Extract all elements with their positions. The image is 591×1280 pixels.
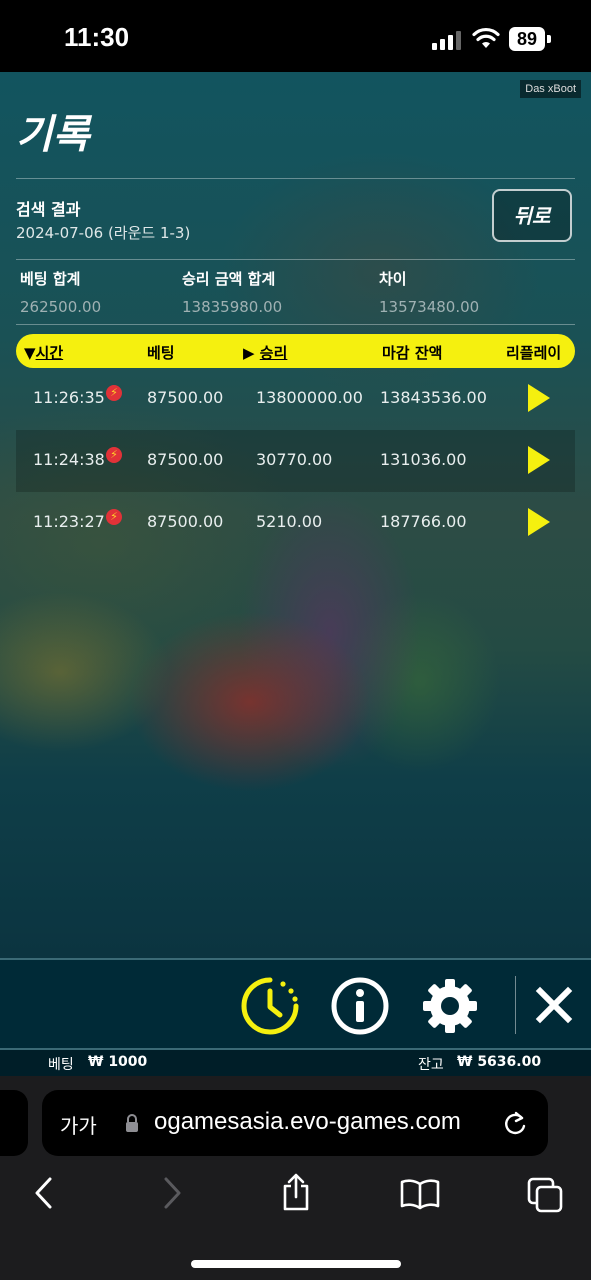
divider bbox=[16, 324, 575, 325]
bet-total-label: 베팅 합계 bbox=[20, 270, 81, 288]
back-arrow-icon[interactable] bbox=[32, 1176, 56, 1210]
history-panel: Das xBoot 기록 검색 결과 2024-07-06 (라운드 1-3) … bbox=[0, 72, 591, 958]
win-header-label: 승리 bbox=[259, 344, 288, 362]
address-bar[interactable]: 가가 ogamesasia.evo-games.com bbox=[42, 1090, 548, 1156]
table-row[interactable]: 11:23:27 ⚡ 87500.00 5210.00 187766.00 bbox=[16, 492, 575, 554]
bet-header: 베팅 bbox=[147, 344, 175, 362]
lightning-icon: ⚡ bbox=[106, 509, 122, 525]
balance-header: 마감 잔액 bbox=[382, 344, 443, 362]
browser-bar: 가가 ogamesasia.evo-games.com bbox=[0, 1076, 591, 1280]
lightning-icon: ⚡ bbox=[106, 447, 122, 463]
forward-arrow-icon[interactable] bbox=[160, 1176, 184, 1210]
share-icon[interactable] bbox=[280, 1172, 312, 1212]
row-bet: 87500.00 bbox=[147, 512, 224, 531]
divider bbox=[16, 178, 575, 179]
table-row[interactable]: 11:24:38 ⚡ 87500.00 30770.00 131036.00 bbox=[16, 430, 575, 492]
lightning-icon: ⚡ bbox=[106, 385, 122, 401]
row-time: 11:23:27 bbox=[33, 512, 105, 531]
row-bet: 87500.00 bbox=[147, 450, 224, 469]
lock-icon bbox=[126, 1114, 138, 1132]
divider bbox=[16, 259, 575, 260]
sort-time-header[interactable]: ▼시간 bbox=[24, 342, 63, 363]
balance-bar: 베팅 ₩ 1000 잔고 ₩ 5636.00 bbox=[0, 1048, 591, 1076]
replay-header: 리플레이 bbox=[506, 344, 562, 362]
battery-icon: 89 bbox=[509, 27, 551, 51]
bet-total-value: 262500.00 bbox=[20, 298, 102, 316]
row-bet: 87500.00 bbox=[147, 388, 224, 407]
previous-tab-preview[interactable] bbox=[0, 1090, 28, 1156]
table-row[interactable]: 11:26:35 ⚡ 87500.00 13800000.00 13843536… bbox=[16, 368, 575, 430]
balance-amount: ₩ 5636.00 bbox=[457, 1054, 542, 1070]
status-time: 11:30 bbox=[64, 22, 130, 52]
text-size-button[interactable]: 가가 bbox=[60, 1110, 97, 1139]
reload-icon[interactable] bbox=[502, 1110, 528, 1136]
row-time: 11:24:38 bbox=[33, 450, 105, 469]
battery-level: 89 bbox=[509, 27, 545, 51]
bet-amount: ₩ 1000 bbox=[88, 1054, 148, 1070]
cellular-signal-icon bbox=[432, 31, 461, 50]
replay-play-icon[interactable] bbox=[528, 446, 550, 474]
home-indicator bbox=[191, 1260, 401, 1268]
game-toolbar bbox=[0, 958, 591, 1048]
history-clock-icon[interactable] bbox=[240, 976, 300, 1036]
settings-gear-icon[interactable] bbox=[420, 976, 480, 1036]
wifi-icon bbox=[472, 27, 500, 48]
difference-value: 13573480.00 bbox=[379, 298, 480, 316]
row-win: 5210.00 bbox=[256, 512, 323, 531]
search-result-value: 2024-07-06 (라운드 1-3) bbox=[16, 224, 191, 242]
row-balance: 13843536.00 bbox=[380, 388, 487, 407]
row-win: 30770.00 bbox=[256, 450, 333, 469]
difference-label: 차이 bbox=[379, 270, 407, 288]
row-balance: 187766.00 bbox=[380, 512, 467, 531]
win-total-label: 승리 금액 합계 bbox=[182, 270, 276, 288]
close-icon[interactable] bbox=[535, 986, 573, 1024]
replay-play-icon[interactable] bbox=[528, 508, 550, 536]
sort-win-header[interactable]: ▶ 승리 bbox=[243, 342, 287, 363]
page-title: 기록 bbox=[16, 112, 90, 158]
row-time: 11:26:35 bbox=[33, 388, 105, 407]
search-result-label: 검색 결과 bbox=[16, 200, 81, 219]
table-header: ▼시간 베팅 ▶ 승리 마감 잔액 리플레이 bbox=[16, 334, 575, 368]
replay-play-icon[interactable] bbox=[528, 384, 550, 412]
row-balance: 131036.00 bbox=[380, 450, 467, 469]
bet-label: 베팅 bbox=[48, 1057, 74, 1073]
bookmarks-icon[interactable] bbox=[400, 1178, 440, 1210]
back-button[interactable]: 뒤로 bbox=[492, 189, 572, 242]
status-bar: 11:30 89 bbox=[0, 0, 591, 72]
balance-label: 잔고 bbox=[418, 1057, 444, 1073]
brand-tag: Das xBoot bbox=[520, 80, 581, 98]
tabs-icon[interactable] bbox=[526, 1176, 564, 1214]
info-icon[interactable] bbox=[330, 976, 390, 1036]
row-win: 13800000.00 bbox=[256, 388, 363, 407]
win-total-value: 13835980.00 bbox=[182, 298, 283, 316]
time-header-label: 시간 bbox=[35, 344, 64, 362]
toolbar-divider bbox=[515, 976, 516, 1034]
url-text[interactable]: ogamesasia.evo-games.com bbox=[154, 1108, 461, 1136]
